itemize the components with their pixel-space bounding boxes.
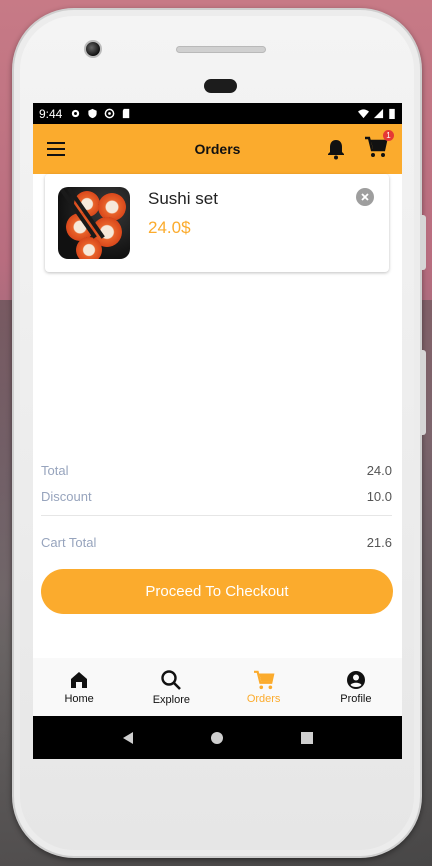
signal-icon <box>373 108 384 119</box>
settings-icon <box>72 109 80 118</box>
cart-total-label: Cart Total <box>41 535 97 550</box>
total-row: Total 24.0 <box>41 463 392 478</box>
volume-button <box>420 215 426 270</box>
nav-profile-label: Profile <box>340 692 372 705</box>
cart-total-row: Cart Total 21.6 <box>41 535 392 550</box>
nav-home[interactable]: Home <box>33 658 125 716</box>
cart-item-card[interactable]: Sushi set 24.0$ <box>45 174 389 272</box>
item-name: Sushi set <box>148 189 218 208</box>
account-icon <box>346 670 365 689</box>
bottom-nav: Home Explore Orders Profile <box>33 658 402 716</box>
total-value: 24.0 <box>366 463 392 478</box>
sync-icon <box>105 108 115 119</box>
bell-icon[interactable] <box>326 138 346 160</box>
wifi-icon <box>358 109 369 119</box>
nav-home-label: Home <box>64 692 94 705</box>
shield-icon <box>88 108 97 119</box>
front-camera <box>84 40 102 58</box>
cart-total-value: 21.6 <box>366 535 392 550</box>
menu-icon[interactable] <box>47 142 65 156</box>
back-icon[interactable] <box>121 731 135 745</box>
screen: 9:44 Orders 1 Sushi set 24.0$ Total 24.0… <box>33 103 402 759</box>
remove-item-icon[interactable] <box>356 188 374 206</box>
app-bar: Orders 1 <box>33 124 402 174</box>
home-icon <box>71 671 88 688</box>
discount-label: Discount <box>41 489 92 504</box>
recents-icon[interactable] <box>300 731 314 745</box>
status-bar: 9:44 <box>33 103 402 124</box>
status-time: 9:44 <box>39 106 63 121</box>
cart-button[interactable]: 1 <box>364 129 394 163</box>
earpiece <box>204 79 237 93</box>
sushi-image <box>58 187 130 259</box>
power-button <box>420 350 426 435</box>
nav-profile[interactable]: Profile <box>310 658 402 716</box>
nav-explore-label: Explore <box>152 693 191 706</box>
cart-icon <box>253 670 275 689</box>
nav-explore[interactable]: Explore <box>125 658 217 716</box>
nav-orders-label: Orders <box>246 692 281 705</box>
cart-badge: 1 <box>383 129 394 141</box>
battery-icon <box>389 108 395 119</box>
system-nav-bar <box>33 716 402 759</box>
item-price: 24.0$ <box>148 218 191 237</box>
status-icons-left <box>70 108 132 119</box>
discount-row: Discount 10.0 <box>41 489 392 504</box>
discount-value: 10.0 <box>366 489 392 504</box>
nav-orders[interactable]: Orders <box>218 658 310 716</box>
sd-card-icon <box>123 108 130 119</box>
home-circle-icon[interactable] <box>210 731 224 745</box>
search-icon <box>161 669 182 690</box>
total-label: Total <box>41 463 69 478</box>
checkout-button[interactable]: Proceed To Checkout <box>41 569 393 614</box>
status-icons-right <box>358 108 396 119</box>
app-bar-actions: 1 <box>326 129 394 163</box>
top-speaker <box>176 46 266 53</box>
summary-divider <box>41 515 392 516</box>
